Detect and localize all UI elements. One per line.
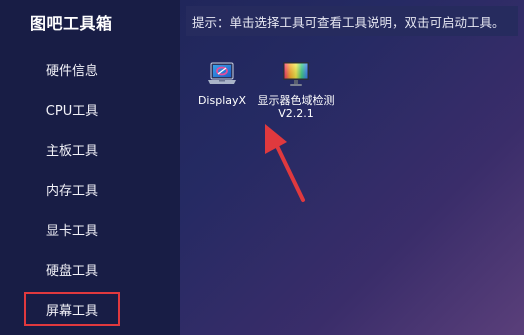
laptop-icon xyxy=(208,62,236,84)
sidebar-item-label: 内存工具 xyxy=(45,183,98,199)
tool-monitor-color-gamut[interactable]: 显示器色域检测V2.2.1 xyxy=(256,58,336,120)
sidebar-item-label: 硬件信息 xyxy=(45,63,98,79)
sidebar-item-gpu-tools[interactable]: 显卡工具 xyxy=(24,212,120,246)
tool-displayx[interactable]: DisplayX xyxy=(182,58,262,107)
sidebar-item-label: 显卡工具 xyxy=(45,223,98,239)
sidebar-item-label: 屏幕工具 xyxy=(45,303,98,319)
sidebar-item-cpu-tools[interactable]: CPU工具 xyxy=(24,92,120,126)
tool-label: DisplayX xyxy=(197,94,247,107)
tip-bar: 提示：单击选择工具可查看工具说明，双击可启动工具。 xyxy=(186,6,518,36)
color-monitor-icon xyxy=(283,62,309,86)
sidebar-item-disk-tools[interactable]: 硬盘工具 xyxy=(24,252,120,286)
sidebar-item-label: 硬盘工具 xyxy=(45,263,98,279)
app-title: 图吧工具箱 xyxy=(30,14,113,33)
sidebar-item-motherboard-tools[interactable]: 主板工具 xyxy=(24,132,120,166)
sidebar-item-screen-tools[interactable]: 屏幕工具 xyxy=(24,292,120,326)
sidebar-item-label: CPU工具 xyxy=(45,103,99,119)
tip-text: 提示：单击选择工具可查看工具说明，双击可启动工具。 xyxy=(192,14,505,30)
annotation-arrow-icon xyxy=(265,124,305,202)
sidebar-item-hardware-info[interactable]: 硬件信息 xyxy=(24,52,120,86)
sidebar-item-label: 主板工具 xyxy=(45,143,98,159)
tool-label: 显示器色域检测V2.2.1 xyxy=(257,94,335,120)
sidebar-item-memory-tools[interactable]: 内存工具 xyxy=(24,172,120,206)
sidebar: 图吧工具箱 硬件信息 CPU工具 主板工具 内存工具 显卡工具 硬盘工具 屏幕工… xyxy=(0,0,180,335)
